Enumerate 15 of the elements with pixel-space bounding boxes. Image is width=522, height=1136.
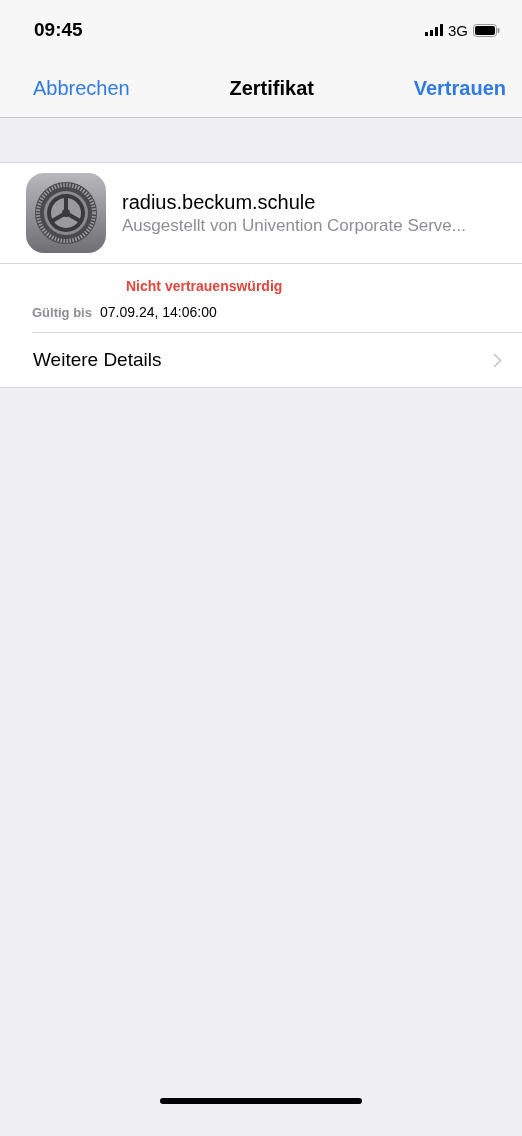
- network-label: 3G: [448, 21, 468, 39]
- gear-icon: [26, 173, 106, 253]
- trust-button[interactable]: Vertrauen: [413, 77, 506, 100]
- battery-icon: [473, 23, 500, 37]
- status-time: 09:45: [34, 19, 83, 41]
- nav-title: Zertifikat: [229, 77, 314, 100]
- valid-until-value: 07.09.24, 14:06:00: [99, 304, 217, 320]
- trust-status: Nicht vertrauenswürdig: [126, 278, 284, 294]
- chevron-icon: [493, 352, 502, 368]
- valid-until-label: Gültig bis: [32, 305, 92, 320]
- cancel-button[interactable]: Abbrechen: [33, 77, 130, 100]
- certificate-name: radius.beckum.schule: [122, 190, 317, 214]
- issuer-text: Ausgestellt von Univention Corporate Serve...: [122, 215, 466, 236]
- signal-icon: [425, 24, 443, 36]
- more-details-row[interactable]: Weitere Details: [0, 333, 522, 387]
